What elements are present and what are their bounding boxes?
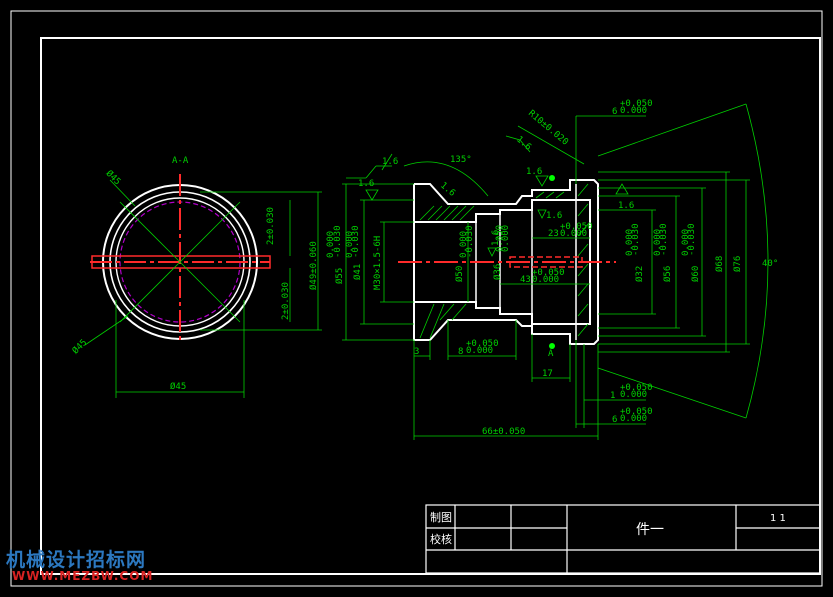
dim-6top-tol-l: 0.000 bbox=[620, 106, 647, 116]
longitudinal-view: Ø55 0.000 -0.030 Ø41 0.000 -0.030 M30×1.… bbox=[326, 99, 778, 440]
dim-thread: M30×1.5-6H bbox=[373, 236, 383, 290]
dim-60-tol-l: -0.030 bbox=[687, 223, 697, 256]
drawing-frame bbox=[40, 37, 821, 575]
dim-60: Ø60 bbox=[690, 266, 701, 282]
dim-45-text: Ø45 bbox=[170, 381, 186, 392]
section-label: A-A bbox=[172, 156, 189, 166]
watermark-line2: WWW.MEZBW.COM bbox=[12, 569, 154, 583]
dim-8-tol-l: 0.000 bbox=[466, 346, 493, 356]
datum-dot-top bbox=[549, 175, 555, 181]
dim-55-tol-l: -0.030 bbox=[333, 225, 343, 258]
dim-36: Ø36 bbox=[492, 264, 503, 280]
rough-4: 1.6 bbox=[491, 230, 501, 246]
leader-45b bbox=[84, 315, 129, 346]
title-checked-label: 校核 bbox=[430, 532, 452, 546]
dim-43: 43 bbox=[520, 275, 531, 285]
dim-1-tol-l: 0.000 bbox=[620, 390, 647, 400]
dim-50-tol-l: -0.030 bbox=[465, 225, 475, 258]
dim-43-tol-l: 0.000 bbox=[532, 275, 559, 285]
dim-6bot: 6 bbox=[612, 415, 617, 425]
title-drawn-label: 制图 bbox=[430, 511, 452, 524]
chamfer-label-2: Ø45 bbox=[70, 337, 89, 356]
dim-55: Ø55 bbox=[334, 268, 345, 284]
rough-8: 1.6 bbox=[618, 201, 634, 211]
title-part-name: 件一 bbox=[636, 522, 664, 538]
dim-56: Ø56 bbox=[662, 266, 673, 282]
dim-32: Ø32 bbox=[634, 266, 645, 282]
dim-8: 8 bbox=[458, 347, 463, 357]
angle-135-text: 135° bbox=[450, 155, 472, 165]
angle-40-text: 40° bbox=[762, 259, 778, 269]
dim-2a-text: 2±0.030 bbox=[266, 207, 276, 245]
rough-tri-5 bbox=[535, 175, 549, 187]
dim-1: 1 bbox=[610, 391, 615, 401]
rough-5: 1.6 bbox=[526, 167, 542, 177]
rough-6: 1.6 bbox=[546, 211, 562, 221]
title-sheet: 1 1 bbox=[770, 513, 786, 524]
chamfer-label-1: Ø45 bbox=[104, 168, 123, 187]
dim-23: 23 bbox=[548, 229, 559, 239]
dim-36-tol-l: 0.000 bbox=[501, 225, 511, 252]
watermark-line1: 机械设计招标网 bbox=[6, 549, 147, 571]
dim-32-tol-l: -0.030 bbox=[631, 223, 641, 256]
section-view: A-A Ø45 Ø45 Ø45 Ø49±0.060 2±0.030 2±0.03… bbox=[70, 156, 322, 398]
datum-a: A bbox=[548, 349, 554, 359]
dim-41-tol-l: -0.030 bbox=[351, 225, 361, 258]
rough-tri-6 bbox=[537, 209, 547, 219]
rough-tri-1 bbox=[365, 189, 379, 201]
dim-49-text: Ø49±0.060 bbox=[308, 241, 319, 290]
dim-50: Ø50 bbox=[454, 266, 465, 282]
rough-2: 1.6 bbox=[382, 157, 398, 167]
dim-68: Ø68 bbox=[714, 256, 725, 272]
right-diameter-dims bbox=[598, 171, 750, 353]
dim-2b-text: 2±0.030 bbox=[281, 282, 291, 320]
dim-66: 66±0.050 bbox=[482, 427, 525, 437]
dim-56-tol-l: -0.030 bbox=[659, 223, 669, 256]
rough-tri-8 bbox=[615, 183, 629, 195]
radius-text: R10±0.020 bbox=[526, 109, 570, 148]
dim-17: 17 bbox=[542, 369, 553, 379]
title-block bbox=[425, 504, 821, 574]
dim-6top: 6 bbox=[612, 107, 617, 117]
dim-76: Ø76 bbox=[732, 256, 743, 272]
dim-41: Ø41 bbox=[352, 264, 363, 280]
rough-1: 1.6 bbox=[358, 179, 374, 189]
cad-drawing: A-A Ø45 Ø45 Ø45 Ø49±0.060 2±0.030 2±0.03… bbox=[10, 10, 823, 587]
dim-3: 3 bbox=[414, 347, 419, 357]
dim-6bot-tol-l: 0.000 bbox=[620, 414, 647, 424]
dim-23-tol-l: 0.000 bbox=[560, 229, 587, 239]
